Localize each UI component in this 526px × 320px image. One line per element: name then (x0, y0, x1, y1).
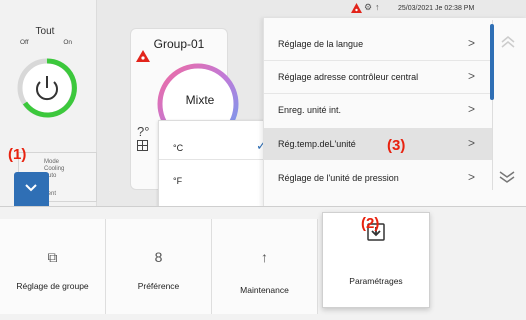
chevron-right-icon: > (468, 36, 476, 50)
menu-item-label: Réglage de l'unité de pression (278, 173, 399, 183)
warning-icon[interactable] (351, 3, 362, 13)
maintenance-icon: ↑ (261, 249, 268, 265)
louver-icon (137, 140, 148, 151)
menu-item-language[interactable]: Réglage de la langue > (264, 28, 492, 60)
chevron-right-icon: > (468, 69, 476, 83)
maintenance-icon[interactable]: ↑ (375, 2, 380, 12)
chevron-down-icon (25, 184, 37, 192)
menu-item-register-indoor-unit[interactable]: Enreg. unité int. > (264, 94, 492, 126)
tile-preference[interactable]: 8 Préférence (106, 219, 212, 314)
scroll-down-icon[interactable] (498, 170, 516, 184)
menu-item-label: Rég.temp.deL'unité (278, 139, 356, 149)
on-label: On (63, 39, 72, 46)
menu-item-central-address[interactable]: Réglage adresse contrôleur central > (264, 61, 492, 93)
group-mode: Mixte (185, 93, 215, 107)
group-title: Group-01 (153, 37, 205, 51)
menu-toggle-button[interactable] (14, 172, 49, 206)
mode-tile-line: Mode (44, 159, 60, 165)
chevron-right-icon: > (468, 136, 476, 150)
user-gear-icon[interactable]: ⚙ (364, 2, 372, 13)
power-panel-title: Tout (35, 26, 55, 37)
chevron-right-icon: > (468, 102, 476, 116)
tile-label: Maintenance (240, 285, 289, 295)
off-label: Off (20, 39, 29, 46)
tile-maintenance[interactable]: ↑ Maintenance (212, 219, 318, 314)
mode-tile-line: Cooling (44, 166, 65, 172)
temp-option-fahrenheit[interactable]: °F (159, 167, 269, 197)
off-on-labels: Off On (20, 39, 72, 46)
status-datetime: 25/03/2021 Je 02:38 PM (398, 5, 475, 12)
scrollbar-thumb[interactable] (490, 24, 494, 100)
tile-label: Paramétrages (349, 276, 403, 286)
power-button[interactable] (15, 56, 79, 120)
menu-item-label: Enreg. unité int. (278, 105, 342, 115)
person-icon: 8 (154, 249, 163, 265)
temperature-unit-dropdown: °C ✓ °F (158, 120, 270, 208)
temp-option-label: °F (173, 176, 183, 186)
tile-label: Préférence (137, 281, 180, 291)
menu-item-label: Réglage adresse contrôleur central (278, 72, 419, 82)
divider (159, 159, 269, 160)
callout-3: (3) (387, 137, 406, 154)
temp-option-label: °C (173, 143, 184, 153)
tile-label: Réglage de groupe (16, 281, 89, 291)
callout-2: (2) (361, 215, 380, 232)
menu-item-label: Réglage de la langue (278, 39, 364, 49)
menu-item-pressure-unit[interactable]: Réglage de l'unité de pression > (264, 162, 492, 194)
scroll-up-icon[interactable] (501, 36, 515, 48)
warning-icon (136, 50, 150, 62)
menu-item-temperature-unit[interactable]: Rég.temp.deL'unité > (264, 128, 492, 160)
tile-group-settings[interactable]: ⧉ Réglage de groupe (0, 219, 106, 314)
callout-1: (1) (8, 146, 27, 163)
fan-speed-icon: ?° (137, 124, 150, 139)
chevron-right-icon: > (468, 170, 476, 184)
group-settings-icon: ⧉ (47, 249, 58, 265)
